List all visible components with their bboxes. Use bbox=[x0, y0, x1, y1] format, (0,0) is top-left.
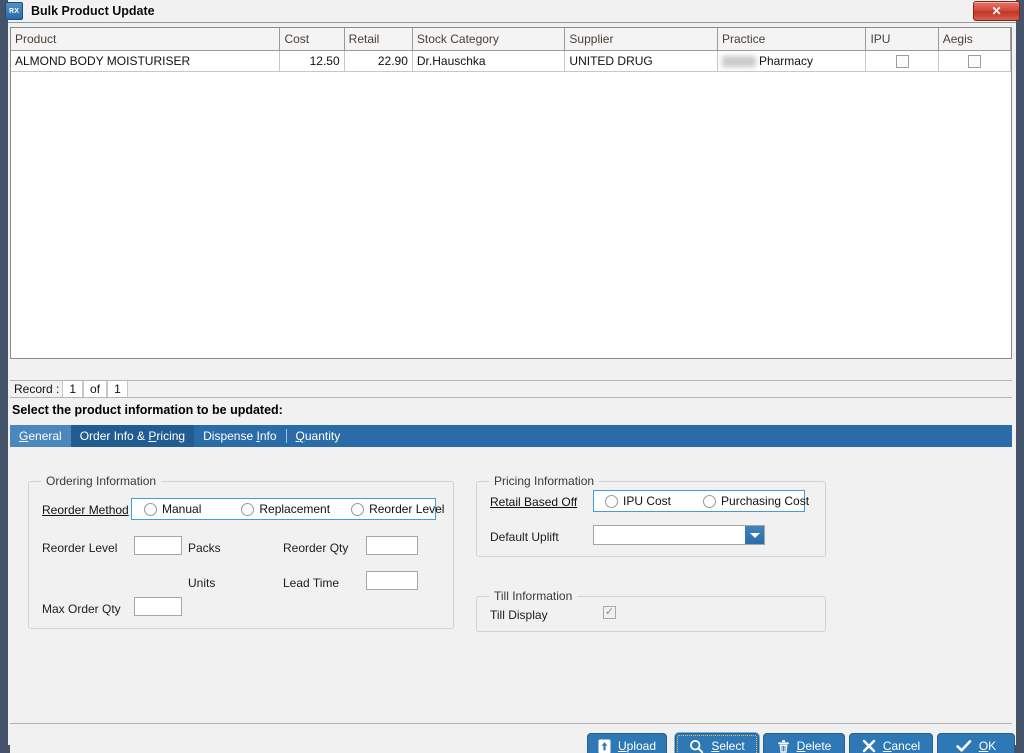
record-label: Record : bbox=[14, 382, 60, 396]
upload-button-label: Upload bbox=[617, 739, 657, 753]
radio-ipu-cost[interactable]: IPU Cost bbox=[605, 494, 671, 508]
radio-manual-label: Manual bbox=[162, 502, 202, 516]
retail-based-off-label[interactable]: Retail Based Off bbox=[490, 495, 577, 509]
radio-manual[interactable]: Manual bbox=[144, 502, 201, 516]
cell-stock-category[interactable]: Dr.Hauschka bbox=[412, 50, 566, 72]
ok-button-label: OK bbox=[978, 739, 997, 753]
radio-reorder-level[interactable]: Reorder Level bbox=[351, 502, 444, 516]
tab-bar: General Order Info & Pricing Dispense In… bbox=[10, 425, 1012, 447]
radio-dot-icon bbox=[241, 502, 255, 516]
cell-practice[interactable]: Pharmacy bbox=[717, 50, 867, 72]
lead-time-input[interactable] bbox=[366, 571, 418, 590]
chevron-down-icon[interactable] bbox=[745, 526, 764, 544]
tab-general-label-rest: eneral bbox=[28, 429, 62, 443]
radio-replacement-label: Replacement bbox=[259, 502, 331, 516]
dialog-window: RX Bulk Product Update ✕ Product Cost Re… bbox=[0, 0, 1024, 753]
radio-dot-icon bbox=[605, 494, 618, 508]
col-cost[interactable]: Cost bbox=[279, 28, 345, 51]
delete-button[interactable]: Delete bbox=[763, 733, 845, 753]
radio-ipu-cost-label: IPU Cost bbox=[623, 494, 672, 508]
radio-purchasing-cost[interactable]: Purchasing Cost bbox=[703, 494, 809, 508]
col-supplier[interactable]: Supplier bbox=[564, 28, 718, 51]
cell-cost[interactable]: 12.50 bbox=[279, 50, 345, 72]
till-display-checkbox: ✓ bbox=[603, 606, 616, 619]
default-uplift-label: Default Uplift bbox=[490, 530, 559, 544]
col-practice[interactable]: Practice bbox=[717, 28, 867, 51]
window-title: Bulk Product Update bbox=[31, 4, 155, 18]
select-button[interactable]: Select bbox=[675, 733, 759, 753]
till-information-group: Till Information Till Display ✓ bbox=[476, 589, 826, 632]
radio-dot-icon bbox=[703, 494, 717, 508]
tab-quantity[interactable]: Quantity bbox=[287, 425, 350, 447]
client-area: Product Cost Retail Stock Category Suppl… bbox=[8, 22, 1016, 753]
till-legend: Till Information bbox=[489, 589, 578, 603]
col-aegis[interactable]: Aegis bbox=[938, 28, 1011, 51]
upload-icon bbox=[598, 739, 611, 753]
grid-header-row: Product Cost Retail Stock Category Suppl… bbox=[11, 28, 1011, 51]
reorder-qty-input[interactable] bbox=[366, 536, 418, 555]
col-ipu[interactable]: IPU bbox=[865, 28, 939, 51]
check-icon bbox=[956, 739, 972, 753]
instruction-text: Select the product information to be upd… bbox=[12, 403, 283, 417]
tab-order-info-pricing[interactable]: Order Info & Pricing bbox=[70, 425, 195, 447]
table-row[interactable]: ALMOND BODY MOISTURISER 12.50 22.90 Dr.H… bbox=[11, 50, 1011, 72]
till-display-label: Till Display bbox=[490, 608, 548, 622]
reorder-method-label[interactable]: Reorder Method bbox=[42, 503, 129, 517]
packs-label: Packs bbox=[188, 541, 221, 555]
col-product[interactable]: Product bbox=[11, 28, 281, 51]
max-order-qty-input[interactable] bbox=[134, 597, 182, 616]
pricing-information-group: Pricing Information Retail Based Off IPU… bbox=[476, 474, 826, 557]
record-total: 1 bbox=[107, 381, 128, 397]
product-grid[interactable]: Product Cost Retail Stock Category Suppl… bbox=[10, 27, 1012, 359]
app-root: RX Bulk Product Update ✕ Product Cost Re… bbox=[0, 0, 1024, 753]
cell-retail[interactable]: 22.90 bbox=[344, 50, 413, 72]
ordering-information-group: Ordering Information Reorder Method Manu… bbox=[28, 474, 454, 629]
cancel-button-label: Cancel bbox=[882, 739, 921, 753]
col-stock-category[interactable]: Stock Category bbox=[412, 28, 566, 51]
radio-purchasing-cost-label: Purchasing Cost bbox=[721, 494, 810, 508]
record-current[interactable]: 1 bbox=[62, 381, 84, 397]
cell-ipu[interactable] bbox=[865, 50, 939, 72]
upload-button[interactable]: Upload bbox=[587, 733, 667, 753]
record-navigator: Record : 1 of 1 bbox=[10, 380, 1012, 398]
default-uplift-select[interactable] bbox=[593, 525, 765, 545]
cell-product[interactable]: ALMOND BODY MOISTURISER bbox=[11, 50, 281, 72]
rx-app-icon: RX bbox=[5, 2, 23, 20]
default-uplift-value[interactable] bbox=[594, 526, 745, 544]
aegis-checkbox[interactable] bbox=[967, 55, 981, 69]
ok-button[interactable]: OK bbox=[937, 733, 1015, 753]
record-of: of bbox=[83, 381, 108, 397]
radio-reorder-level-label: Reorder Level bbox=[369, 502, 445, 516]
units-label: Units bbox=[188, 576, 216, 590]
radio-dot-icon bbox=[351, 502, 365, 516]
magnifier-icon bbox=[689, 739, 704, 753]
tab-general[interactable]: General bbox=[10, 425, 71, 447]
reorder-qty-label: Reorder Qty bbox=[283, 541, 349, 555]
reorder-level-input[interactable] bbox=[134, 536, 182, 555]
x-icon bbox=[862, 739, 876, 753]
ordering-legend: Ordering Information bbox=[41, 474, 162, 488]
tab-dispense-info[interactable]: Dispense Info bbox=[194, 425, 285, 447]
cancel-button[interactable]: Cancel bbox=[849, 733, 933, 753]
lead-time-label: Lead Time bbox=[283, 576, 340, 590]
delete-button-label: Delete bbox=[796, 739, 832, 753]
reorder-method-radiogroup[interactable]: Manual Replacement Reorder Level bbox=[131, 498, 444, 520]
cell-aegis[interactable] bbox=[938, 50, 1011, 72]
max-order-qty-label: Max Order Qty bbox=[42, 602, 121, 616]
trash-icon bbox=[777, 739, 790, 753]
radio-replacement[interactable]: Replacement bbox=[241, 502, 330, 516]
ipu-checkbox[interactable] bbox=[895, 55, 909, 69]
dialog-button-bar: Upload Select Delete Cancel OK bbox=[10, 723, 1015, 753]
cell-supplier[interactable]: UNITED DRUG bbox=[564, 50, 718, 72]
select-button-label: Select bbox=[711, 739, 745, 753]
radio-dot-icon bbox=[144, 502, 157, 516]
reorder-level-label: Reorder Level bbox=[42, 541, 118, 555]
title-bar: RX Bulk Product Update ✕ bbox=[0, 0, 1024, 22]
col-retail[interactable]: Retail bbox=[344, 28, 413, 51]
pricing-legend: Pricing Information bbox=[489, 474, 600, 488]
redacted-text bbox=[721, 56, 756, 68]
cell-practice-label: Pharmacy bbox=[758, 54, 813, 68]
close-icon[interactable]: ✕ bbox=[973, 1, 1020, 21]
retail-based-off-radiogroup[interactable]: IPU Cost Purchasing Cost bbox=[593, 490, 809, 512]
